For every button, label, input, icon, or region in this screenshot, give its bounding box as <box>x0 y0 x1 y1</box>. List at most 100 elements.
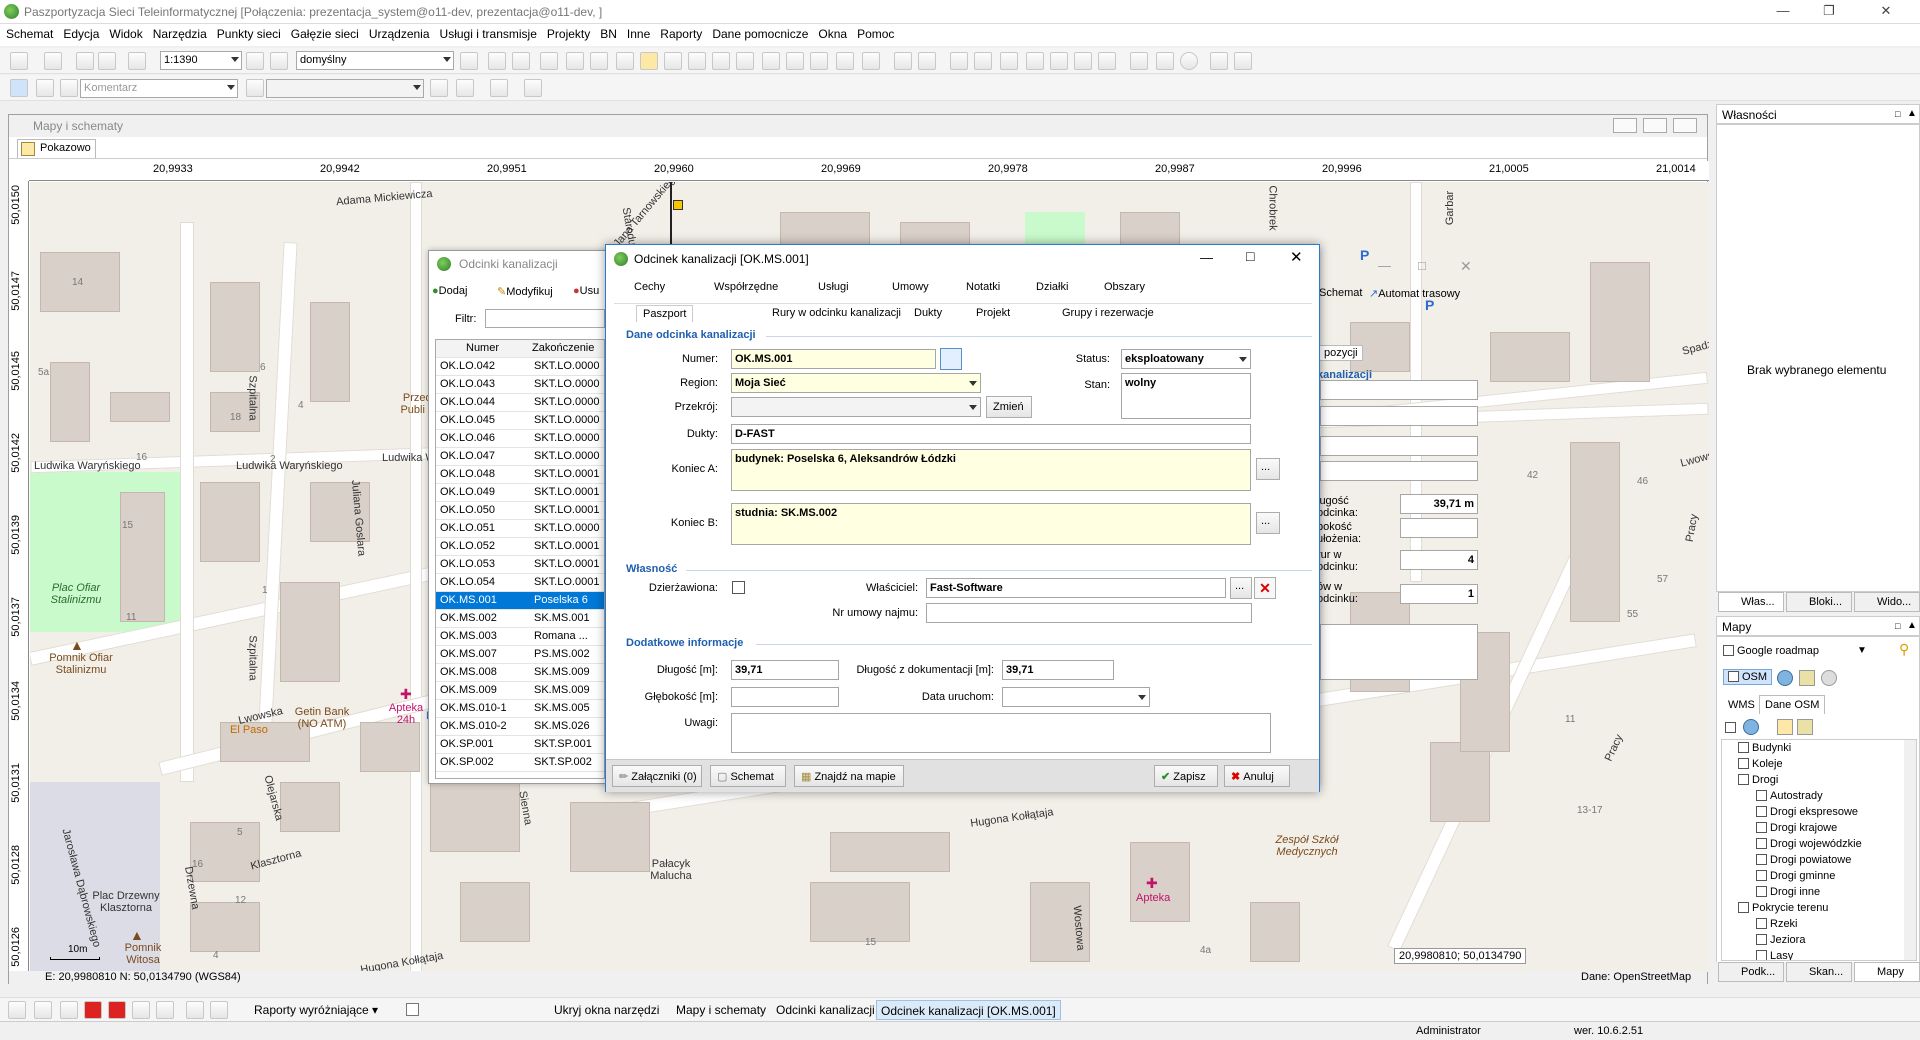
tab-bloki[interactable]: Bloki... <box>1786 592 1852 612</box>
table-row[interactable]: OK.MS.010-2 SK.MS.026 <box>436 718 604 736</box>
tab-notatki[interactable]: Notatki <box>966 281 1000 293</box>
menu-urzadzenia[interactable]: Urządzenia <box>363 24 434 41</box>
pin-icon[interactable]: □ <box>1895 109 1900 119</box>
wlasciciel-field[interactable]: Fast-Software <box>926 578 1226 598</box>
column-header-numer[interactable]: Numer <box>466 342 499 354</box>
link-icon[interactable] <box>918 52 936 70</box>
refresh-icon[interactable] <box>940 348 962 370</box>
refresh-icon[interactable] <box>128 52 146 70</box>
koniec-a-browse-button[interactable]: ... <box>1256 458 1280 480</box>
side-length-value[interactable]: 39,71 m <box>1400 494 1478 514</box>
checkbox[interactable] <box>1756 870 1767 881</box>
checkbox[interactable] <box>406 1003 419 1016</box>
pin-icon[interactable]: ▲ <box>1907 108 1917 119</box>
table-row[interactable]: OK.LO.053 SKT.LO.0001 <box>436 556 604 574</box>
scrollbar[interactable] <box>1904 740 1916 960</box>
checkbox[interactable] <box>1756 806 1767 817</box>
checkbox[interactable] <box>1756 886 1767 897</box>
tab-usugi[interactable]: Usługi <box>818 281 849 293</box>
tab-cechy[interactable]: Cechy <box>634 281 665 293</box>
table-row[interactable]: OK.MS.009 SK.MS.009 <box>436 682 604 700</box>
cut-icon[interactable] <box>950 52 968 70</box>
checkbox[interactable] <box>1723 645 1734 656</box>
stop-red-icon[interactable] <box>108 1001 126 1019</box>
side-field[interactable] <box>1320 380 1478 400</box>
grid-icon[interactable] <box>186 1001 204 1019</box>
edit-icon[interactable] <box>1799 670 1815 686</box>
zoom-icon[interactable] <box>246 52 264 70</box>
tab-pozycji[interactable]: pozycji <box>1319 345 1363 361</box>
edit-icon[interactable] <box>1797 719 1813 735</box>
dukty-field[interactable]: D-FAST <box>731 424 1251 444</box>
table-row[interactable]: OK.LO.051 SKT.LO.0000 <box>436 520 604 538</box>
pin-icon[interactable]: □ <box>1895 621 1900 631</box>
tree-item[interactable]: Drogi inne <box>1756 886 1820 898</box>
menu-uslugi[interactable]: Usługi i transmisje <box>434 24 541 41</box>
add-button[interactable]: ●Dodaj <box>432 285 467 297</box>
checkbox[interactable] <box>1738 758 1749 769</box>
clear-owner-icon[interactable]: ✕ <box>1254 577 1276 599</box>
pencil-icon[interactable] <box>36 79 54 97</box>
photo-icon[interactable] <box>1050 52 1068 70</box>
brush-icon[interactable] <box>60 79 78 97</box>
tree-item[interactable]: Autostrady <box>1756 790 1823 802</box>
tab-rurywodcinkukanalizacji[interactable]: Rury w odcinku kanalizacji <box>772 307 901 319</box>
umowa-field[interactable] <box>926 603 1252 623</box>
delete-button[interactable]: ●Usu <box>573 285 599 297</box>
menu-punkty-sieci[interactable]: Punkty sieci <box>211 24 285 41</box>
zapisz-button[interactable]: ✔ Zapisz <box>1154 765 1218 787</box>
menu-schemat[interactable]: Schemat <box>0 24 57 41</box>
point-icon[interactable] <box>60 1001 78 1019</box>
comment-combo[interactable]: Komentarz <box>80 79 238 98</box>
menu-pomoc[interactable]: Pomoc <box>851 24 898 41</box>
close-red-icon[interactable] <box>210 1001 228 1019</box>
tree-item[interactable]: Drogi <box>1738 774 1778 786</box>
menu-edycja[interactable]: Edycja <box>57 24 103 41</box>
paste-icon[interactable] <box>974 52 992 70</box>
tree-icon[interactable] <box>616 52 634 70</box>
open-icon[interactable] <box>44 52 62 70</box>
tab-skany[interactable]: Skan... <box>1786 962 1852 982</box>
menu-bn[interactable]: BN <box>594 24 621 41</box>
frame-icon[interactable] <box>810 52 828 70</box>
tree-item[interactable]: Drogi wojewódzkie <box>1756 838 1862 850</box>
globe-icon[interactable] <box>1743 719 1759 735</box>
fit-icon[interactable] <box>862 52 880 70</box>
table-row[interactable]: OK.MS.003 Romana ... <box>436 628 604 646</box>
schemat-button[interactable]: ▢ Schemat <box>710 765 786 787</box>
side-depth-value[interactable] <box>1400 518 1478 538</box>
image-icon[interactable] <box>132 1001 150 1019</box>
checkbox[interactable] <box>1738 902 1749 913</box>
tab-widoki[interactable]: Wido... <box>1854 592 1920 612</box>
grid-icon[interactable] <box>566 52 584 70</box>
tab-umowy[interactable]: Umowy <box>892 281 929 293</box>
menu-narzedzia[interactable]: Narzędzia <box>147 24 211 41</box>
new-icon[interactable] <box>10 52 28 70</box>
minimize-icon[interactable] <box>1613 118 1637 133</box>
tab-pokazowo[interactable]: Pokazowo <box>17 139 96 158</box>
zmien-button[interactable]: Zmień <box>986 396 1032 418</box>
checkbox[interactable] <box>1756 854 1767 865</box>
menu-projekty[interactable]: Projekty <box>541 24 594 41</box>
google-roadmap-option[interactable]: Google roadmap <box>1723 645 1819 657</box>
tab-wlasnosci[interactable]: Włas... <box>1718 592 1784 612</box>
menu-dane-pomocnicze[interactable]: Dane pomocnicze <box>706 24 812 41</box>
globe-icon[interactable] <box>1777 670 1793 686</box>
column-header-zakonczenie[interactable]: Zakończenie <box>532 342 594 354</box>
chevron-down-icon[interactable]: ▼ <box>1857 645 1867 656</box>
task-odcinki[interactable]: Odcinki kanalizacji <box>772 1000 879 1020</box>
side-field[interactable] <box>1320 461 1478 481</box>
print-icon[interactable] <box>98 52 116 70</box>
automat-button[interactable]: ↗Automat trasowy <box>1369 287 1460 300</box>
table-row[interactable]: OK.SP.002 SKT.SP.002 <box>436 754 604 772</box>
table-icon[interactable] <box>540 52 558 70</box>
folder-icon[interactable] <box>512 52 530 70</box>
key-icon[interactable]: ⚲ <box>1899 641 1909 658</box>
tree-item[interactable]: Drogi gminne <box>1756 870 1835 882</box>
dlugosc-dok-field[interactable]: 39,71 <box>1002 660 1114 680</box>
image-icon[interactable] <box>664 52 682 70</box>
tab-projekt[interactable]: Projekt <box>976 307 1010 319</box>
table-row[interactable]: OK.LO.050 SKT.LO.0001 <box>436 502 604 520</box>
side-ducts-value[interactable]: 1 <box>1400 584 1478 604</box>
table-row[interactable]: OK.LO.043 SKT.LO.0000 <box>436 376 604 394</box>
